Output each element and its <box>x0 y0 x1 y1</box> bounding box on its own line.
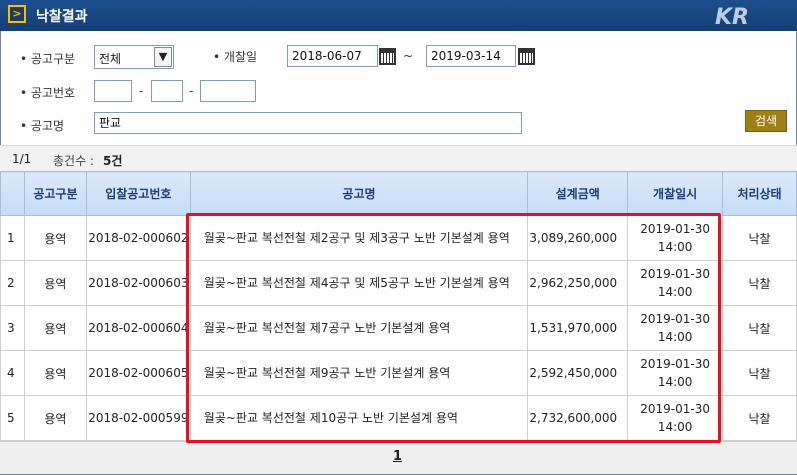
row-id: 2018-02-000603 <box>85 260 191 306</box>
calendar-to-icon[interactable] <box>518 48 535 65</box>
row-status: 낙찰 <box>722 260 797 306</box>
number-separator-2: - <box>189 84 194 98</box>
row-id: 2018-02-000605 <box>85 350 191 396</box>
date-separator: ~ <box>403 49 414 63</box>
type-select[interactable]: 전체 ▼ <box>94 45 174 69</box>
col-amount-header[interactable]: 설계금액 <box>527 171 629 216</box>
col-type-header[interactable]: 공고구분 <box>23 171 87 216</box>
date-label: • 개찰일 <box>213 50 258 64</box>
number-part1-input[interactable] <box>94 80 132 102</box>
search-button[interactable]: 검색 <box>745 110 787 132</box>
row-type: 용역 <box>23 395 87 441</box>
date-to-input[interactable]: 2019-03-14 <box>426 45 516 67</box>
type-select-value: 전체 <box>99 52 122 66</box>
title-bar: > 낙찰결과 KR <box>0 0 797 31</box>
row-status: 낙찰 <box>722 305 797 351</box>
count-label: 총건수 : <box>53 154 94 168</box>
chevron-down-icon[interactable]: ▼ <box>154 47 172 67</box>
row-type: 용역 <box>23 260 87 306</box>
date-from-input[interactable]: 2018-06-07 <box>287 45 378 67</box>
row-number: 1 <box>0 215 25 261</box>
col-status-header[interactable]: 처리상태 <box>722 171 797 216</box>
row-number: 2 <box>0 260 25 306</box>
row-number: 5 <box>0 395 25 441</box>
page-title: 낙찰결과 <box>36 9 88 25</box>
number-part2-input[interactable] <box>151 80 183 102</box>
col-no-header <box>0 171 25 216</box>
row-type: 용역 <box>23 215 87 261</box>
row-status: 낙찰 <box>722 395 797 441</box>
number-part3-input[interactable] <box>200 80 256 102</box>
row-type: 용역 <box>23 350 87 396</box>
col-name-header[interactable]: 공고명 <box>189 171 529 216</box>
name-input[interactable]: 판교 <box>94 112 522 134</box>
row-number: 4 <box>0 350 25 396</box>
row-status: 낙찰 <box>722 215 797 261</box>
name-label: • 공고명 <box>20 119 65 133</box>
table-header-row: 공고구분 입찰공고번호 공고명 설계금액 개찰일시 처리상태 <box>0 171 797 216</box>
count-value: 5건 <box>103 154 123 168</box>
row-number: 3 <box>0 305 25 351</box>
pagination: 1 <box>0 441 797 474</box>
highlight-box <box>186 213 721 443</box>
kr-logo-text: KR <box>715 5 749 28</box>
page-link-1[interactable]: 1 <box>393 449 402 464</box>
page-indicator: 1/1 <box>12 152 32 166</box>
kr-logo-icon: KR <box>715 5 749 28</box>
col-id-header[interactable]: 입찰공고번호 <box>85 171 191 216</box>
row-type: 용역 <box>23 305 87 351</box>
row-id: 2018-02-000604 <box>85 305 191 351</box>
number-label: • 공고번호 <box>20 86 76 100</box>
row-id: 2018-02-000602 <box>85 215 191 261</box>
row-id: 2018-02-000599 <box>85 395 191 441</box>
number-separator-1: - <box>139 84 144 98</box>
col-date-header[interactable]: 개찰일시 <box>627 171 724 216</box>
row-status: 낙찰 <box>722 350 797 396</box>
result-status-bar: 1/1 총건수 : 5건 <box>0 145 797 171</box>
chevron-right-icon: > <box>8 5 26 23</box>
type-label: • 공고구분 <box>20 52 76 66</box>
calendar-from-icon[interactable] <box>379 48 396 65</box>
